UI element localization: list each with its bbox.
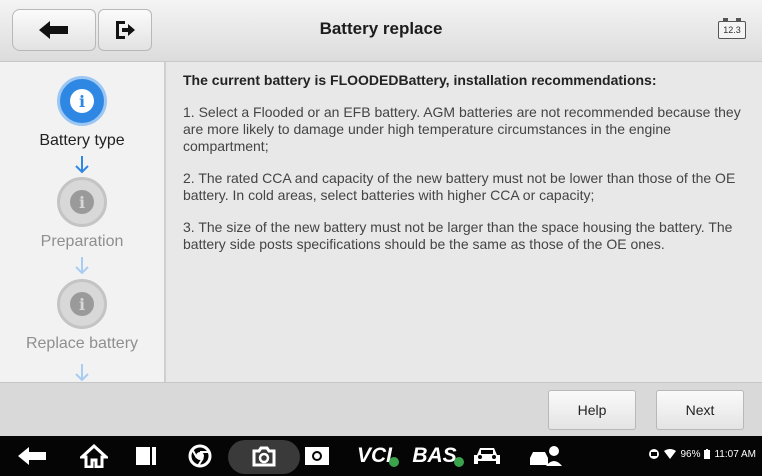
system-nav-bar: VCI BAS 96% 11:07 AM (0, 436, 762, 476)
wifi-icon (664, 449, 677, 459)
instruction-paragraph: 1. Select a Flooded or an EFB battery. A… (183, 104, 741, 154)
camera-icon[interactable] (248, 444, 280, 468)
footer-bar: Help Next (0, 382, 762, 436)
steps-panel: i Battery type i Preparation i Replace b… (0, 62, 166, 382)
instruction-paragraph: 2. The rated CCA and capacity of the new… (183, 170, 736, 203)
bluetooth-badge-icon (453, 457, 464, 467)
header-bar: Battery replace 12.3 (0, 0, 762, 62)
bas-icon[interactable]: BAS (410, 444, 466, 468)
arrow-down-icon (75, 156, 89, 174)
step-replace-battery[interactable]: i Replace battery (0, 279, 164, 353)
step-label: Preparation (40, 233, 124, 250)
remote-expert-icon[interactable] (526, 444, 566, 468)
info-icon: i (57, 177, 107, 227)
instruction-paragraph: 3. The size of the new battery must not … (183, 219, 733, 252)
back-icon[interactable] (14, 444, 50, 468)
bluetooth-badge-icon (389, 457, 399, 467)
step-label: Battery type (39, 132, 125, 149)
next-button[interactable]: Next (656, 390, 744, 430)
arrow-down-icon (75, 364, 89, 382)
info-icon: i (57, 279, 107, 329)
brightness-icon[interactable] (302, 444, 332, 468)
battery-voltage-icon[interactable]: 12.3 (718, 18, 746, 39)
battery-voltage-value: 12.3 (723, 25, 741, 35)
status-app-icon (649, 449, 660, 459)
instructions-heading: The current battery is FLOODEDBattery, i… (183, 72, 657, 88)
step-label: Replace battery (25, 335, 139, 352)
step-preparation[interactable]: i Preparation (0, 177, 164, 251)
battery-icon (704, 449, 711, 459)
clock: 11:07 AM (714, 448, 756, 460)
arrow-down-icon (75, 257, 89, 275)
status-area: 96% 11:07 AM (648, 448, 756, 460)
car-icon[interactable] (470, 444, 504, 468)
help-button[interactable]: Help (548, 390, 636, 430)
home-icon[interactable] (78, 444, 110, 468)
instructions-panel: The current battery is FLOODEDBattery, i… (166, 62, 762, 382)
vci-icon[interactable]: VCI (352, 444, 404, 468)
step-battery-type[interactable]: i Battery type (0, 76, 164, 150)
chrome-icon[interactable] (186, 444, 214, 468)
bas-label: BAS (412, 444, 457, 467)
vci-label: VCI (356, 444, 392, 467)
battery-percent: 96% (680, 448, 701, 460)
page-title: Battery replace (319, 19, 443, 38)
recent-apps-icon[interactable] (132, 444, 160, 468)
info-icon: i (57, 76, 107, 126)
